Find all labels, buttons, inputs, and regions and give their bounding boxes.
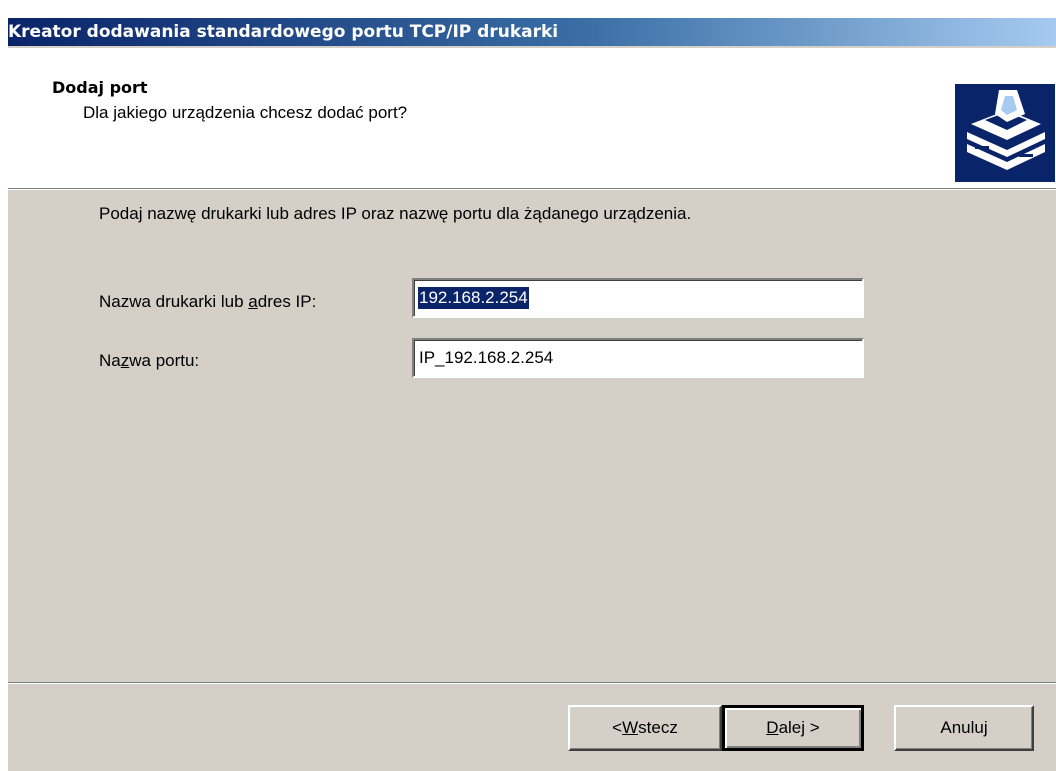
header-divider-highlight xyxy=(8,189,1056,190)
next-button[interactable]: Dalej > xyxy=(722,705,864,751)
title-bar[interactable]: Kreator dodawania standardowego portu TC… xyxy=(8,18,1056,46)
back-label-accel: W xyxy=(622,718,639,737)
instruction-text: Podaj nazwę drukarki lub adres IP oraz n… xyxy=(99,204,692,223)
cancel-label: Anuluj xyxy=(940,718,988,737)
wizard-header: Dodaj port Dla jakiego urządzenia chcesz… xyxy=(8,48,1056,188)
printer-address-label: Nazwa drukarki lub adres IP: xyxy=(99,292,316,312)
printer-address-value: 192.168.2.254 xyxy=(418,287,529,309)
back-label-part: stecz xyxy=(638,718,678,737)
wizard-window: Kreator dodawania standardowego portu TC… xyxy=(8,18,1056,771)
cancel-button[interactable]: Anuluj xyxy=(894,705,1034,751)
back-button[interactable]: < Wstecz xyxy=(568,705,722,751)
port-name-label: Nazwa portu: xyxy=(99,351,199,371)
window-title: Kreator dodawania standardowego portu TC… xyxy=(8,22,559,42)
port-label-part: wa portu: xyxy=(129,351,200,370)
printer-label-part: dres IP: xyxy=(257,292,317,311)
port-label-accel: z xyxy=(120,351,130,370)
port-label-part: Na xyxy=(99,351,121,370)
next-label-part: alej > xyxy=(778,718,820,737)
printer-label-part: Nazwa drukarki lub xyxy=(99,292,249,311)
port-name-input[interactable]: IP_192.168.2.254 xyxy=(412,338,864,378)
printer-label-accel: a xyxy=(248,292,258,311)
footer-divider-highlight xyxy=(8,683,1056,684)
port-name-value: IP_192.168.2.254 xyxy=(419,348,554,367)
next-label-accel: D xyxy=(766,718,779,737)
header-title: Dodaj port xyxy=(52,78,148,97)
back-label-part: < xyxy=(612,718,623,737)
printer-address-input[interactable]: 192.168.2.254 xyxy=(412,278,864,318)
header-subtitle: Dla jakiego urządzenia chcesz dodać port… xyxy=(83,103,408,122)
printer-wizard-icon xyxy=(955,84,1055,182)
